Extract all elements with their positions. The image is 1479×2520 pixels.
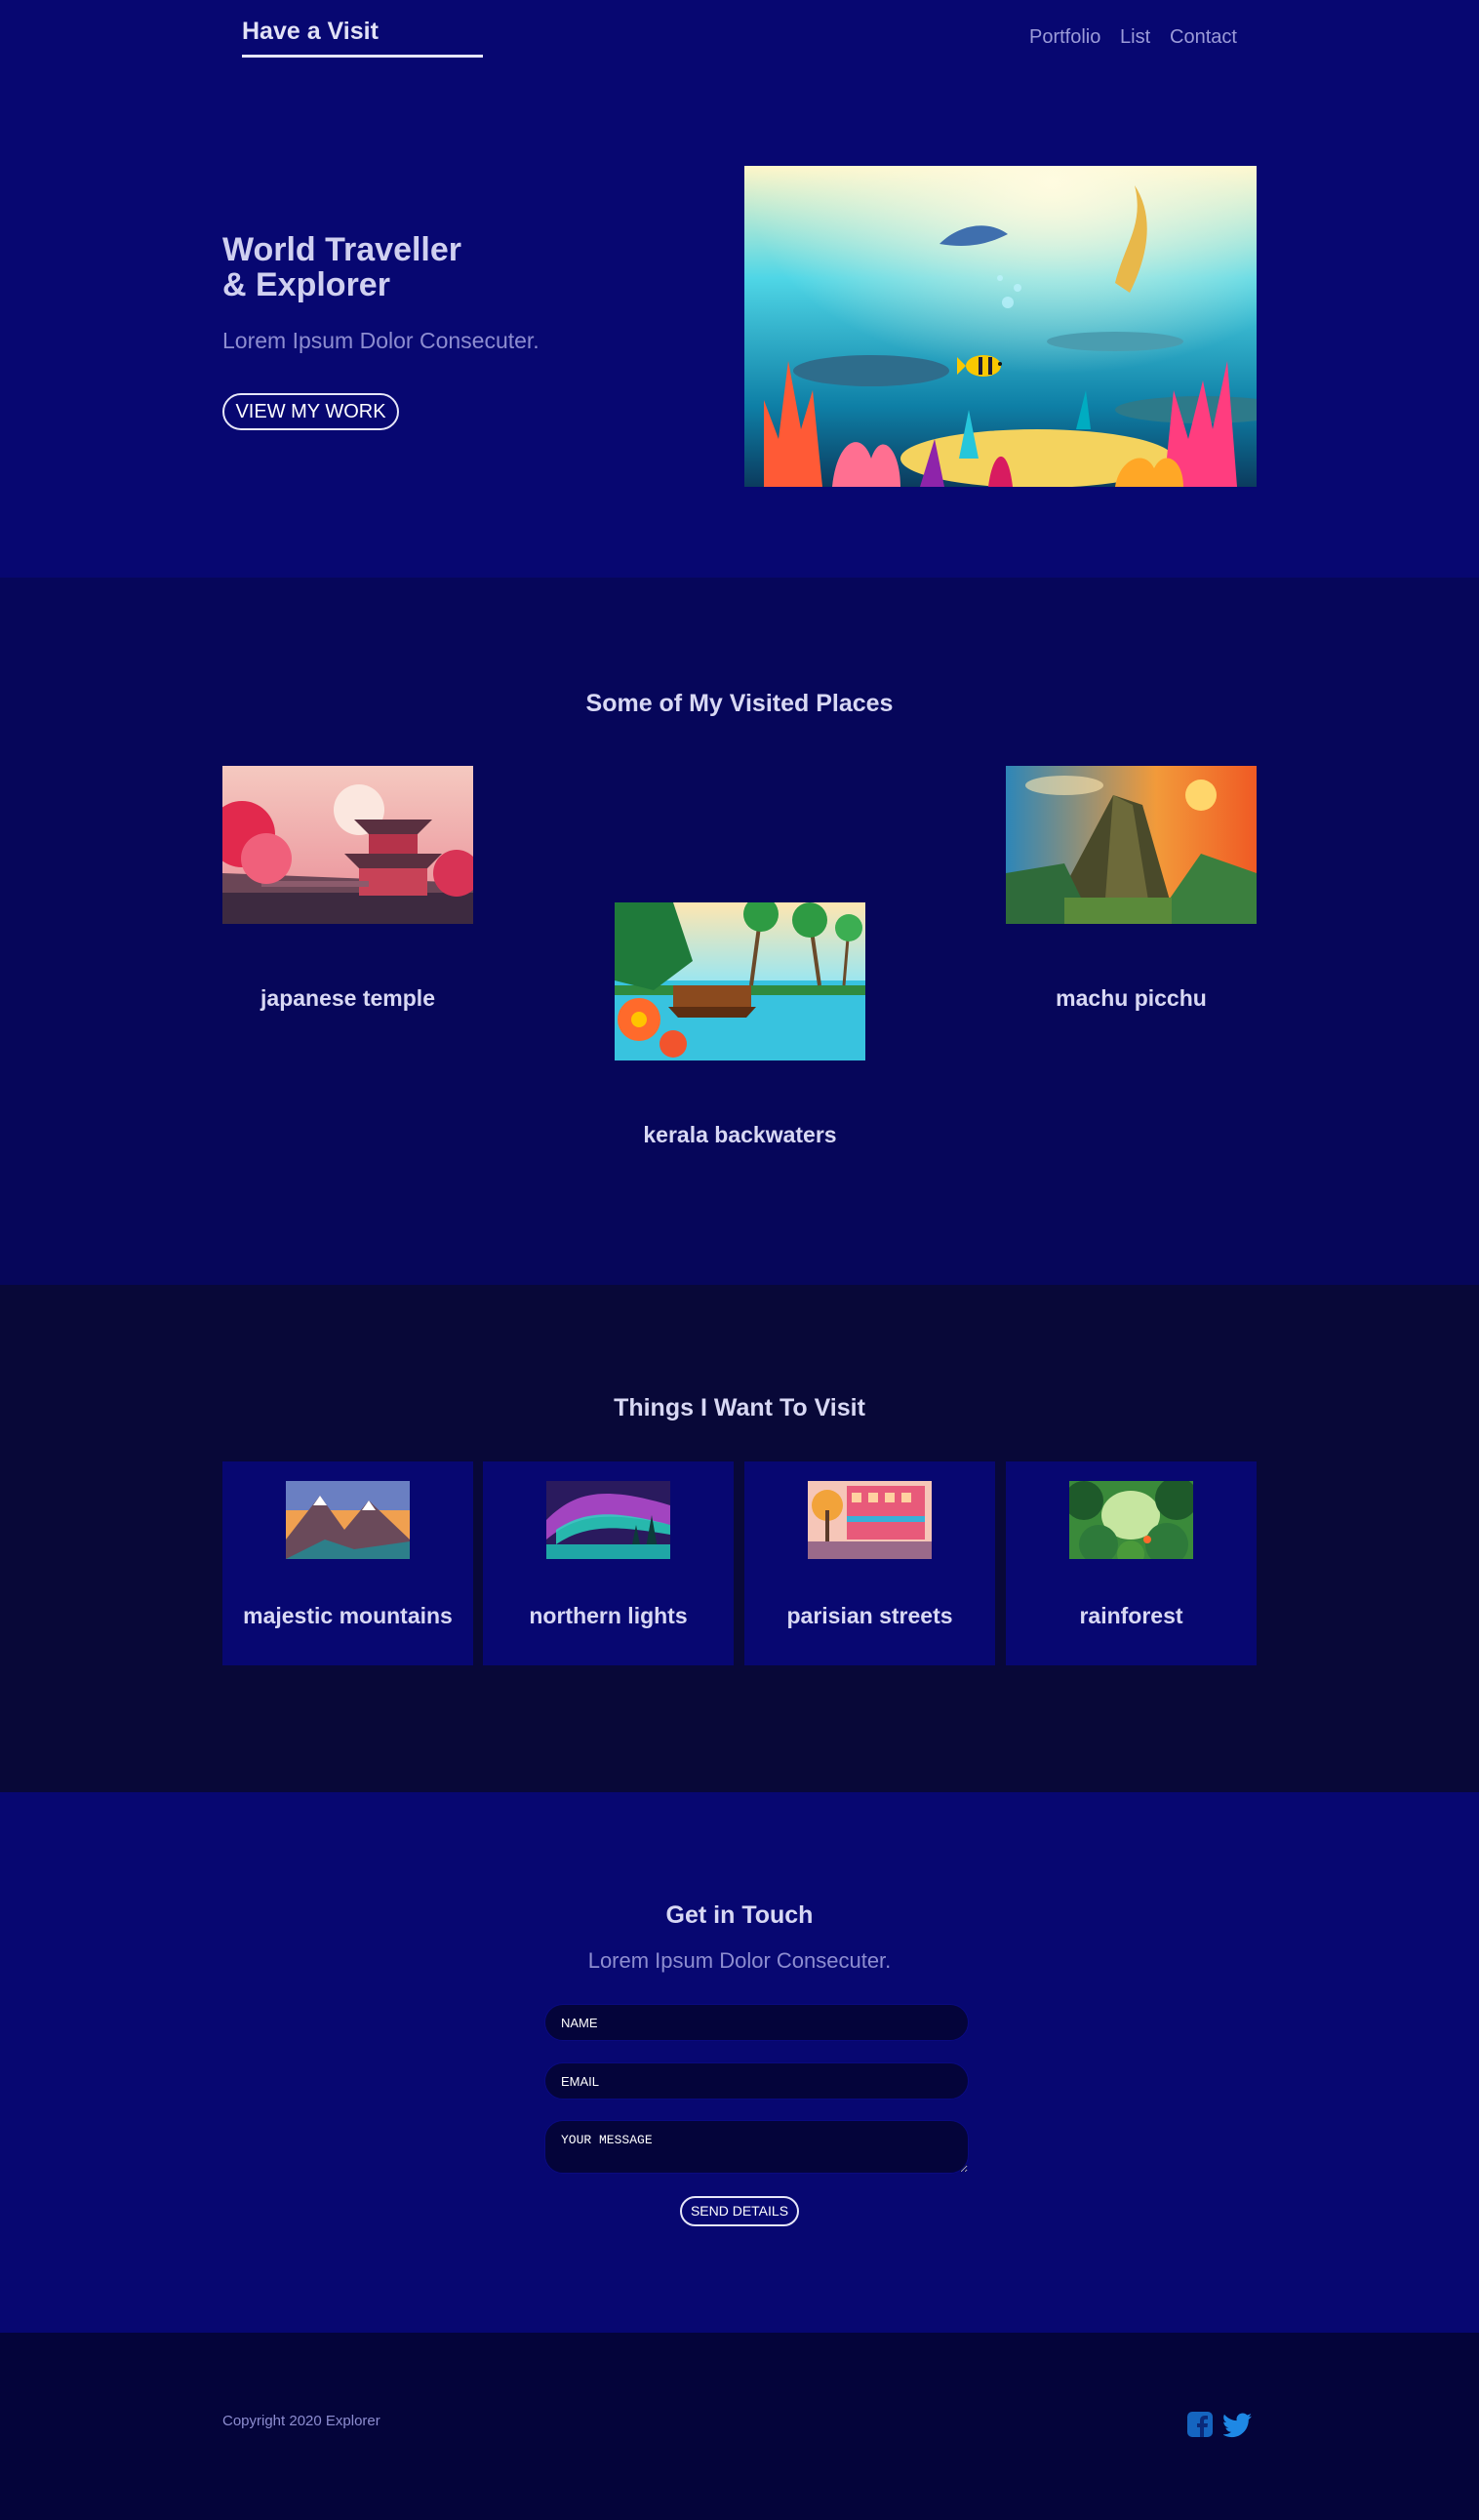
hero-title-line1: World Traveller <box>222 231 462 268</box>
name-input[interactable] <box>544 2004 969 2041</box>
hero-title-line2: & Explorer <box>222 266 390 303</box>
parisian-streets-image <box>808 1481 932 1559</box>
visited-title: Some of My Visited Places <box>585 690 894 717</box>
wishlist-title: Things I Want To Visit <box>614 1394 865 1421</box>
view-my-work-button[interactable]: VIEW MY WORK <box>222 393 399 430</box>
logo-underline <box>242 55 483 58</box>
site-logo[interactable]: Have a Visit <box>242 18 379 46</box>
hero-section: World Traveller & Explorer Lorem Ipsum D… <box>0 78 1479 578</box>
email-input[interactable] <box>544 2062 969 2100</box>
northern-lights-image <box>546 1481 670 1559</box>
hero-title: World Traveller & Explorer <box>222 232 461 302</box>
site-footer: Copyright 2020 Explorer <box>0 2333 1479 2520</box>
japanese-temple-image <box>222 766 473 924</box>
kerala-backwaters-caption: kerala backwaters <box>643 1122 837 1147</box>
contact-subtitle: Lorem Ipsum Dolor Consecuter. <box>587 1948 892 1973</box>
facebook-icon[interactable] <box>1186 2411 1216 2440</box>
wishlist-card-northern-lights[interactable]: northern lights <box>483 1461 734 1665</box>
parisian-streets-caption: parisian streets <box>786 1603 953 1628</box>
machu-picchu-image <box>1006 766 1257 924</box>
site-header: Have a Visit Portfolio List Contact <box>0 0 1479 78</box>
twitter-icon[interactable] <box>1222 2411 1253 2440</box>
wishlist-card-mountains[interactable]: majestic mountains <box>222 1461 473 1665</box>
contact-title: Get in Touch <box>665 1901 814 1929</box>
mountains-caption: majestic mountains <box>243 1603 453 1628</box>
kerala-backwaters-image <box>615 902 865 1060</box>
wishlist-section: Things I Want To Visit majestic mountain… <box>0 1285 1479 1792</box>
hero-subtitle: Lorem Ipsum Dolor Consecuter. <box>222 328 540 353</box>
rainforest-caption: rainforest <box>1079 1603 1183 1628</box>
wishlist-card-parisian-streets[interactable]: parisian streets <box>744 1461 995 1665</box>
visited-places-section: Some of My Visited Places japanese templ… <box>0 578 1479 1285</box>
nav-link-contact[interactable]: Contact <box>1170 26 1237 49</box>
japanese-temple-caption: japanese temple <box>260 985 435 1011</box>
contact-section: Get in Touch Lorem Ipsum Dolor Consecute… <box>0 1792 1479 2333</box>
machu-picchu-caption: machu picchu <box>1056 985 1207 1011</box>
hero-underwater-image <box>744 166 1257 487</box>
nav-link-list[interactable]: List <box>1120 26 1150 49</box>
wishlist-card-rainforest[interactable]: rainforest <box>1006 1461 1257 1665</box>
northern-lights-caption: northern lights <box>529 1603 688 1628</box>
rainforest-image <box>1069 1481 1193 1559</box>
copyright-text: Copyright 2020 Explorer <box>222 2413 380 2429</box>
send-details-button[interactable]: SEND DETAILS <box>680 2196 799 2226</box>
message-textarea[interactable] <box>544 2120 969 2174</box>
nav-link-portfolio[interactable]: Portfolio <box>1029 26 1100 49</box>
mountains-image <box>286 1481 410 1559</box>
